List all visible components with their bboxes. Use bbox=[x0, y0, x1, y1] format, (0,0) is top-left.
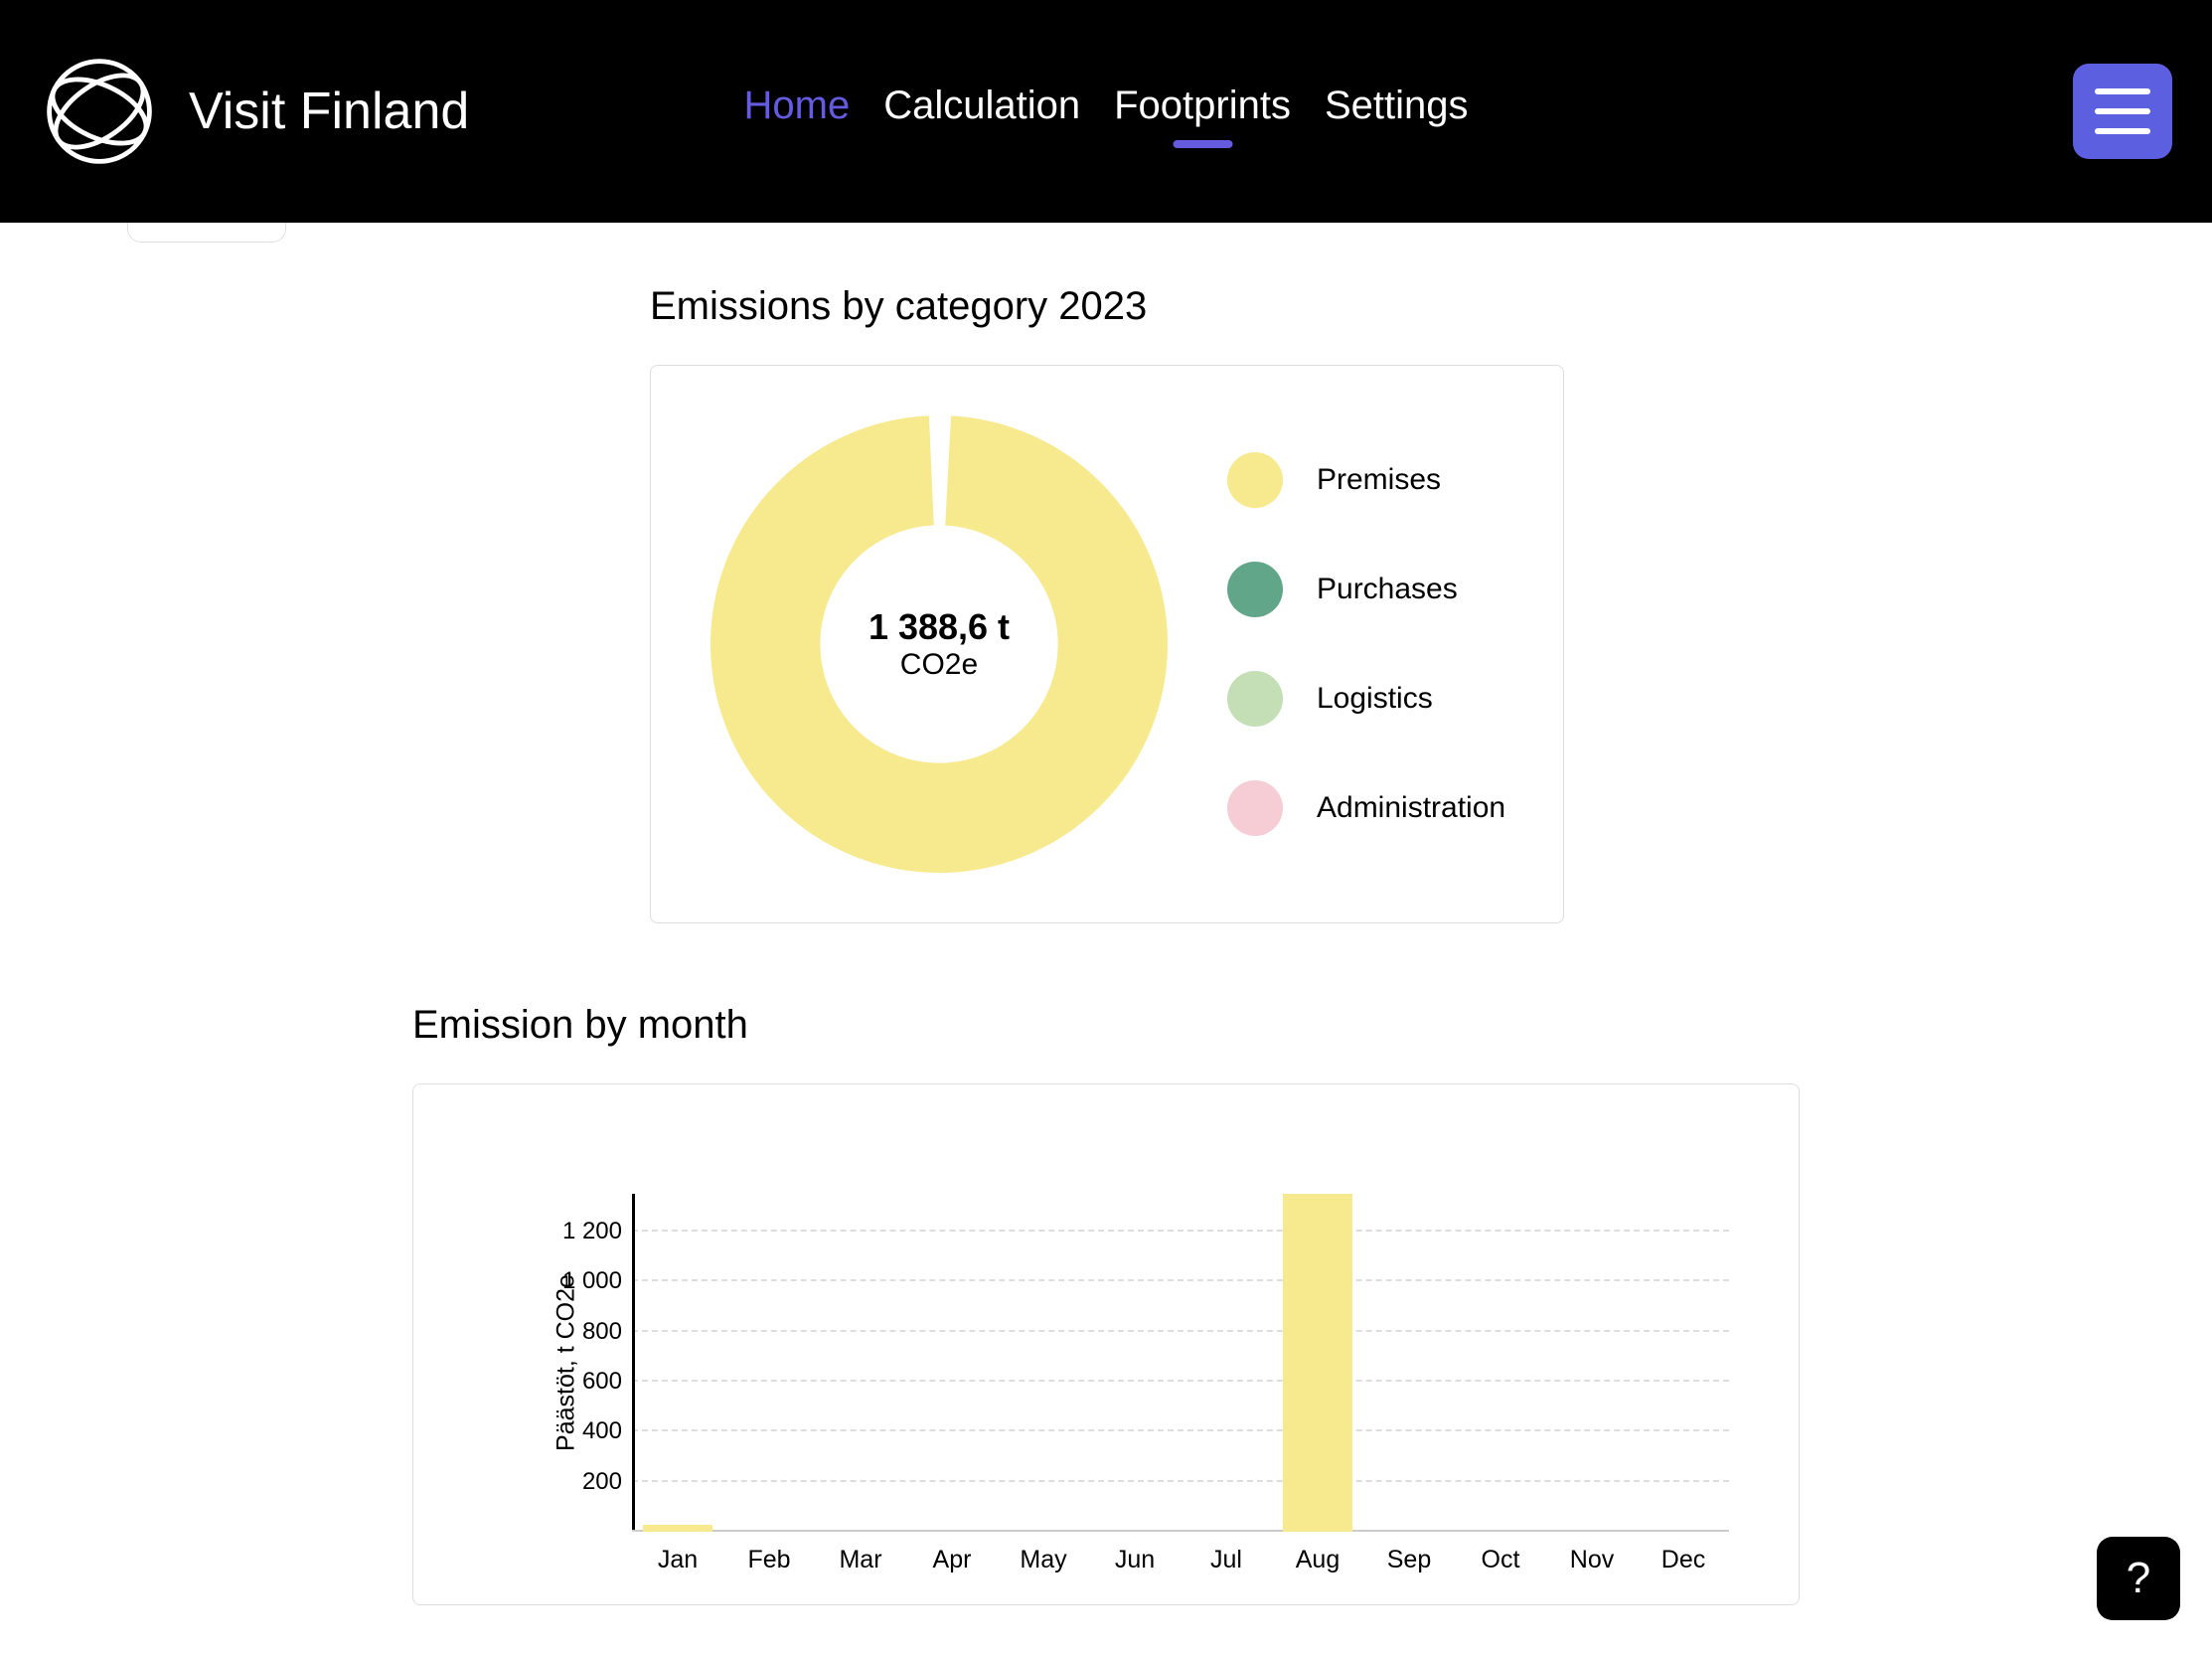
xtick-jul: Jul bbox=[1181, 1546, 1272, 1574]
swatch-logistics bbox=[1227, 671, 1283, 727]
ytick-800: 800 bbox=[528, 1318, 622, 1346]
bar-sep[interactable] bbox=[1363, 1194, 1455, 1532]
ytick-1200: 1 200 bbox=[528, 1218, 622, 1245]
bar-jun[interactable] bbox=[1089, 1194, 1181, 1532]
nav-home[interactable]: Home bbox=[744, 83, 851, 140]
bar-nov[interactable] bbox=[1546, 1194, 1638, 1532]
brand[interactable]: Visit Finland bbox=[40, 52, 469, 171]
legend-administration[interactable]: Administration bbox=[1227, 780, 1505, 836]
bar-apr[interactable] bbox=[906, 1194, 998, 1532]
legend-label-premises: Premises bbox=[1317, 463, 1441, 497]
month-chart-card: Päästöt, t CO2e 200 400 600 800 1 000 1 … bbox=[412, 1083, 1800, 1605]
bar-jul[interactable] bbox=[1181, 1194, 1272, 1532]
bar-dec[interactable] bbox=[1638, 1194, 1729, 1532]
legend-label-purchases: Purchases bbox=[1317, 573, 1458, 606]
xtick-jun: Jun bbox=[1089, 1546, 1181, 1574]
xtick-feb: Feb bbox=[723, 1546, 815, 1574]
emissions-by-category-section: Emissions by category 2023 1 388,6 t CO2… bbox=[650, 284, 2212, 923]
help-icon: ? bbox=[2127, 1554, 2150, 1603]
bar-chart-yticks: 200 400 600 800 1 000 1 200 bbox=[528, 1194, 622, 1532]
swatch-purchases bbox=[1227, 562, 1283, 617]
ytick-1000: 1 000 bbox=[528, 1267, 622, 1295]
main-content: Emissions by category 2023 1 388,6 t CO2… bbox=[0, 223, 2212, 1655]
legend-label-logistics: Logistics bbox=[1317, 682, 1433, 716]
hamburger-menu-button[interactable] bbox=[2073, 64, 2172, 159]
xtick-aug: Aug bbox=[1272, 1546, 1363, 1574]
help-button[interactable]: ? bbox=[2097, 1537, 2180, 1620]
bar-feb[interactable] bbox=[723, 1194, 815, 1532]
nav-footprints[interactable]: Footprints bbox=[1114, 83, 1291, 140]
legend-logistics[interactable]: Logistics bbox=[1227, 671, 1505, 727]
donut-card: 1 388,6 t CO2e Premises Purchases Logist… bbox=[650, 365, 1564, 923]
bar-may[interactable] bbox=[998, 1194, 1089, 1532]
bar-oct[interactable] bbox=[1455, 1194, 1546, 1532]
bar-aug[interactable] bbox=[1272, 1194, 1363, 1532]
legend-label-administration: Administration bbox=[1317, 791, 1505, 825]
donut-center: 1 388,6 t CO2e bbox=[869, 606, 1010, 682]
hamburger-icon bbox=[2095, 88, 2150, 94]
bar-mar[interactable] bbox=[815, 1194, 906, 1532]
bar-chart: Päästöt, t CO2e 200 400 600 800 1 000 1 … bbox=[632, 1194, 1729, 1532]
xtick-apr: Apr bbox=[906, 1546, 998, 1574]
xtick-oct: Oct bbox=[1455, 1546, 1546, 1574]
swatch-premises bbox=[1227, 452, 1283, 508]
month-title: Emission by month bbox=[412, 1003, 2212, 1048]
category-title: Emissions by category 2023 bbox=[650, 284, 2212, 329]
xtick-may: May bbox=[998, 1546, 1089, 1574]
brand-name: Visit Finland bbox=[189, 82, 469, 141]
ytick-200: 200 bbox=[528, 1468, 622, 1496]
bar-series bbox=[632, 1194, 1729, 1532]
emission-by-month-section: Emission by month Päästöt, t CO2e 200 40… bbox=[412, 1003, 2212, 1605]
bar-jan[interactable] bbox=[632, 1194, 723, 1532]
legend-purchases[interactable]: Purchases bbox=[1227, 562, 1505, 617]
xtick-sep: Sep bbox=[1363, 1546, 1455, 1574]
bar-chart-xticks: Jan Feb Mar Apr May Jun Jul Aug Sep Oct … bbox=[632, 1546, 1729, 1574]
nav-settings[interactable]: Settings bbox=[1325, 83, 1469, 140]
swatch-administration bbox=[1227, 780, 1283, 836]
xtick-mar: Mar bbox=[815, 1546, 906, 1574]
main-nav: Home Calculation Footprints Settings bbox=[744, 83, 1469, 140]
xtick-nov: Nov bbox=[1546, 1546, 1638, 1574]
donut-total-unit: CO2e bbox=[869, 648, 1010, 682]
ytick-600: 600 bbox=[528, 1368, 622, 1396]
nav-calculation[interactable]: Calculation bbox=[883, 83, 1080, 140]
donut-legend: Premises Purchases Logistics Administrat… bbox=[1227, 452, 1505, 836]
donut-chart: 1 388,6 t CO2e bbox=[711, 415, 1168, 873]
legend-premises[interactable]: Premises bbox=[1227, 452, 1505, 508]
dropdown-remnant bbox=[127, 223, 286, 243]
xtick-jan: Jan bbox=[632, 1546, 723, 1574]
app-header: Visit Finland Home Calculation Footprint… bbox=[0, 0, 2212, 223]
donut-total-value: 1 388,6 t bbox=[869, 606, 1010, 648]
brand-logo-icon bbox=[40, 52, 159, 171]
ytick-400: 400 bbox=[528, 1417, 622, 1445]
xtick-dec: Dec bbox=[1638, 1546, 1729, 1574]
